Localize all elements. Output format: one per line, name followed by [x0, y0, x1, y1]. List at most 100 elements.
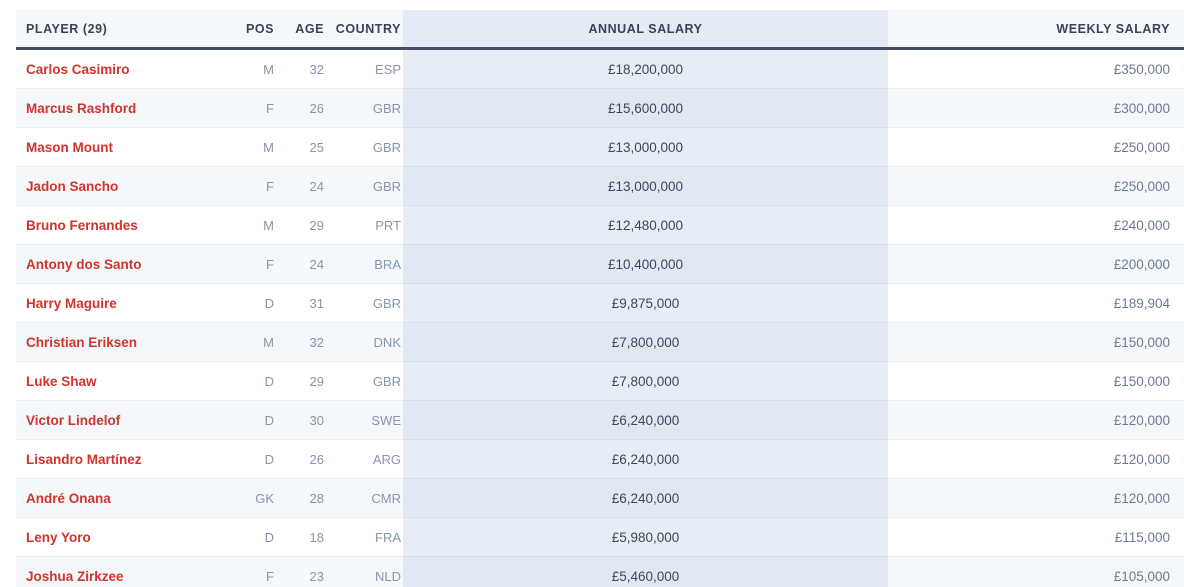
cell-country: PRT [326, 205, 403, 245]
column-header-age[interactable]: AGE [276, 10, 326, 50]
cell-weekly: £120,000 [888, 400, 1184, 440]
cell-age: 25 [276, 127, 326, 167]
cell-weekly: £250,000 [888, 166, 1184, 206]
cell-player[interactable]: Carlos Casimiro [16, 48, 228, 89]
cell-age: 32 [276, 48, 326, 89]
cell-player[interactable]: Harry Maguire [16, 283, 228, 323]
cell-player[interactable]: Jadon Sancho [16, 166, 228, 206]
cell-age: 28 [276, 478, 326, 518]
table-row[interactable]: Lisandro Martínez D 26 ARG £6,240,000 £120,00… [16, 439, 1184, 479]
cell-weekly: £350,000 [888, 48, 1184, 89]
cell-country: SWE [326, 400, 403, 440]
table-row[interactable]: André Onana GK 28 CMR £6,240,000 £120,000 [16, 478, 1184, 518]
cell-player[interactable]: Marcus Rashford [16, 88, 228, 128]
table-row[interactable]: Harry Maguire D 31 GBR £9,875,000 £189,904 [16, 283, 1184, 323]
cell-country: GBR [326, 127, 403, 167]
cell-age: 18 [276, 517, 326, 557]
cell-weekly: £120,000 [888, 478, 1184, 518]
cell-annual: £13,000,000 [403, 166, 888, 206]
cell-player[interactable]: Joshua Zirkzee [16, 556, 228, 587]
table-row[interactable]: Christian Eriksen M 32 DNK £7,800,000 £150,00… [16, 322, 1184, 362]
table-row[interactable]: Leny Yoro D 18 FRA £5,980,000 £115,000 [16, 517, 1184, 557]
cell-annual: £6,240,000 [403, 400, 888, 440]
cell-age: 29 [276, 205, 326, 245]
table-row[interactable]: Victor Lindelof D 30 SWE £6,240,000 £120,000 [16, 400, 1184, 440]
player-salary-table: PLAYER (29) POS AGE COUNTRY ANNUAL SALAR… [16, 10, 1184, 587]
salary-table-container: PLAYER (29) POS AGE COUNTRY ANNUAL SALAR… [0, 0, 1184, 587]
cell-pos: M [228, 127, 276, 167]
table-header: PLAYER (29) POS AGE COUNTRY ANNUAL SALAR… [16, 10, 1184, 50]
cell-age: 24 [276, 166, 326, 206]
table-body: Carlos Casimiro M 32 ESP £18,200,000 £350,000… [16, 48, 1184, 587]
cell-age: 26 [276, 88, 326, 128]
cell-pos: F [228, 88, 276, 128]
cell-annual: £15,600,000 [403, 88, 888, 128]
cell-country: CMR [326, 478, 403, 518]
cell-weekly: £150,000 [888, 322, 1184, 362]
cell-age: 24 [276, 244, 326, 284]
cell-player[interactable]: Luke Shaw [16, 361, 228, 401]
cell-age: 30 [276, 400, 326, 440]
table-row[interactable]: Marcus Rashford F 26 GBR £15,600,000 £300,000 [16, 88, 1184, 128]
cell-annual: £18,200,000 [403, 48, 888, 89]
cell-country: BRA [326, 244, 403, 284]
cell-annual: £12,480,000 [403, 205, 888, 245]
cell-annual: £7,800,000 [403, 322, 888, 362]
cell-player[interactable]: Christian Eriksen [16, 322, 228, 362]
cell-player[interactable]: Antony dos Santo [16, 244, 228, 284]
cell-pos: D [228, 283, 276, 323]
cell-weekly: £105,000 [888, 556, 1184, 587]
cell-weekly: £200,000 [888, 244, 1184, 284]
cell-weekly: £300,000 [888, 88, 1184, 128]
cell-annual: £5,460,000 [403, 556, 888, 587]
cell-annual: £5,980,000 [403, 517, 888, 557]
cell-country: FRA [326, 517, 403, 557]
cell-player[interactable]: Victor Lindelof [16, 400, 228, 440]
table-row[interactable]: Carlos Casimiro M 32 ESP £18,200,000 £350,000 [16, 48, 1184, 89]
table-row[interactable]: Luke Shaw D 29 GBR £7,800,000 £150,000 [16, 361, 1184, 401]
table-row[interactable]: Jadon Sancho F 24 GBR £13,000,000 £250,000 [16, 166, 1184, 206]
cell-pos: GK [228, 478, 276, 518]
column-header-player[interactable]: PLAYER (29) [16, 10, 228, 50]
cell-player[interactable]: Leny Yoro [16, 517, 228, 557]
table-row[interactable]: Bruno Fernandes M 29 PRT £12,480,000 £240,000 [16, 205, 1184, 245]
cell-weekly: £240,000 [888, 205, 1184, 245]
cell-annual: £7,800,000 [403, 361, 888, 401]
cell-pos: D [228, 439, 276, 479]
cell-weekly: £115,000 [888, 517, 1184, 557]
table-row[interactable]: Joshua Zirkzee F 23 NLD £5,460,000 £105,000 [16, 556, 1184, 587]
cell-annual: £9,875,000 [403, 283, 888, 323]
cell-weekly: £150,000 [888, 361, 1184, 401]
cell-player[interactable]: Mason Mount [16, 127, 228, 167]
column-header-annual-salary[interactable]: ANNUAL SALARY [403, 10, 888, 50]
cell-pos: F [228, 166, 276, 206]
cell-annual: £13,000,000 [403, 127, 888, 167]
cell-weekly: £250,000 [888, 127, 1184, 167]
cell-player[interactable]: André Onana [16, 478, 228, 518]
cell-player[interactable]: Lisandro Martínez [16, 439, 228, 479]
cell-weekly: £120,000 [888, 439, 1184, 479]
cell-country: DNK [326, 322, 403, 362]
cell-player[interactable]: Bruno Fernandes [16, 205, 228, 245]
column-header-country[interactable]: COUNTRY [326, 10, 403, 50]
cell-pos: F [228, 556, 276, 587]
column-header-weekly-salary[interactable]: WEEKLY SALARY [888, 10, 1184, 50]
cell-age: 31 [276, 283, 326, 323]
cell-country: ESP [326, 48, 403, 89]
table-row[interactable]: Mason Mount M 25 GBR £13,000,000 £250,000 [16, 127, 1184, 167]
table-row[interactable]: Antony dos Santo F 24 BRA £10,400,000 £200,00… [16, 244, 1184, 284]
cell-age: 29 [276, 361, 326, 401]
cell-annual: £6,240,000 [403, 439, 888, 479]
cell-age: 32 [276, 322, 326, 362]
cell-country: NLD [326, 556, 403, 587]
cell-pos: D [228, 361, 276, 401]
cell-country: GBR [326, 361, 403, 401]
cell-country: ARG [326, 439, 403, 479]
cell-annual: £6,240,000 [403, 478, 888, 518]
column-header-pos[interactable]: POS [228, 10, 276, 50]
cell-country: GBR [326, 88, 403, 128]
cell-country: GBR [326, 283, 403, 323]
header-row: PLAYER (29) POS AGE COUNTRY ANNUAL SALAR… [16, 10, 1184, 50]
cell-pos: M [228, 48, 276, 89]
cell-annual: £10,400,000 [403, 244, 888, 284]
